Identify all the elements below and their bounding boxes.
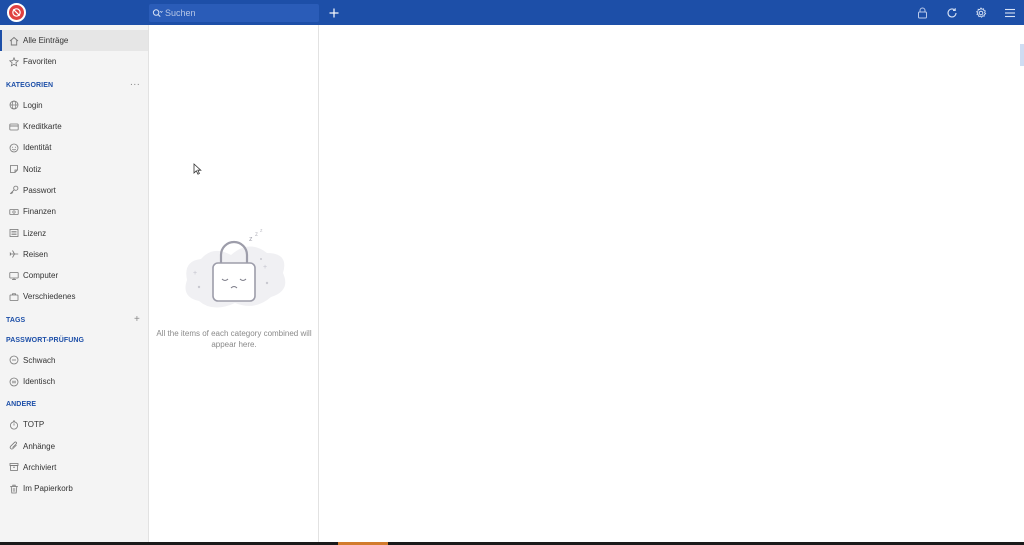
credit-card-icon	[9, 122, 19, 132]
sidebar-item-label: Finanzen	[23, 207, 56, 217]
star-icon	[9, 56, 19, 67]
svg-text:+: +	[193, 270, 197, 277]
hamburger-menu-icon	[1004, 8, 1015, 17]
menu-button[interactable]	[995, 0, 1024, 25]
top-bar	[0, 0, 1024, 25]
gear-icon	[975, 6, 986, 18]
section-heading-tags: TAGS +	[0, 313, 148, 328]
sidebar: Alle Einträge Favoriten KATEGORIEN ··· L…	[0, 25, 149, 545]
sidebar-item-label: Passwort	[23, 185, 56, 195]
sidebar-item-archiviert[interactable]: Archiviert	[0, 457, 148, 478]
section-title: ANDERE	[6, 401, 37, 409]
add-entry-button[interactable]	[326, 4, 342, 21]
sidebar-item-label: Reisen	[23, 249, 48, 259]
sidebar-item-finanzen[interactable]: Finanzen	[0, 201, 148, 222]
settings-button[interactable]	[966, 0, 995, 25]
sidebar-item-totp[interactable]: TOTP	[0, 414, 148, 435]
sidebar-item-anhaenge[interactable]: Anhänge	[0, 435, 148, 456]
sidebar-item-all-entries[interactable]: Alle Einträge	[0, 30, 148, 52]
refresh-icon	[946, 7, 957, 17]
sidebar-item-passwort[interactable]: Passwort	[0, 180, 148, 201]
section-heading-andere: ANDERE	[0, 397, 148, 412]
plus-icon	[329, 8, 339, 17]
sidebar-item-verschiedenes[interactable]: Verschiedenes	[0, 286, 148, 307]
sidebar-item-label: Computer	[23, 271, 59, 281]
sleeping-lock-icon: z z z + +	[185, 228, 286, 308]
sidebar-item-label: Login	[23, 100, 43, 110]
sidebar-item-computer[interactable]: Computer	[0, 265, 148, 286]
sidebar-item-kreditkarte[interactable]: Kreditkarte	[0, 116, 148, 137]
svg-text:+: +	[263, 264, 267, 271]
entry-list-pane: z z z + + All the items of each category…	[149, 25, 319, 545]
briefcase-icon	[9, 292, 19, 302]
mouse-cursor-icon	[193, 163, 202, 175]
sidebar-item-favorites[interactable]: Favoriten	[0, 51, 148, 72]
sync-button[interactable]	[937, 0, 966, 25]
empty-state-message: All the items of each category combined …	[156, 329, 312, 349]
add-tag-button[interactable]: +	[134, 314, 140, 325]
svg-text:z: z	[249, 236, 253, 243]
sidebar-item-label: Verschiedenes	[23, 292, 76, 302]
lock-button[interactable]	[908, 0, 937, 25]
note-icon	[9, 164, 19, 174]
sidebar-item-label: Identität	[23, 143, 52, 153]
search-icon	[152, 9, 163, 18]
sidebar-item-label: Lizenz	[23, 228, 47, 238]
section-heading-kategorien: KATEGORIEN ···	[0, 78, 148, 93]
app-logo-icon[interactable]	[7, 3, 26, 22]
sidebar-item-label: Identisch	[23, 377, 56, 386]
sidebar-item-reisen[interactable]: Reisen	[0, 244, 148, 265]
sidebar-item-lizenz[interactable]: Lizenz	[0, 222, 148, 243]
section-title: TAGS	[6, 316, 26, 324]
sidebar-item-login[interactable]: Login	[0, 95, 148, 116]
archive-icon	[9, 462, 19, 472]
section-title: KATEGORIEN	[6, 81, 54, 89]
weak-icon	[9, 355, 19, 365]
sidebar-item-label: Notiz	[23, 164, 42, 174]
home-icon	[9, 36, 19, 46]
scrollbar-thumb[interactable]	[1020, 44, 1024, 66]
sidebar-item-notiz[interactable]: Notiz	[0, 158, 148, 179]
paperclip-icon	[9, 441, 19, 451]
sidebar-item-label: Favoriten	[23, 57, 57, 67]
sidebar-item-label: Archiviert	[23, 462, 57, 472]
money-icon	[9, 207, 19, 217]
sidebar-item-schwach[interactable]: Schwach	[0, 350, 148, 371]
sidebar-item-label: Anhänge	[23, 441, 56, 451]
plane-icon	[9, 249, 19, 259]
lock-icon	[918, 7, 927, 18]
sidebar-item-label: Im Papierkorb	[23, 484, 73, 494]
sidebar-item-identisch[interactable]: Identisch	[0, 371, 148, 392]
key-icon	[9, 185, 19, 195]
timer-icon	[9, 420, 19, 430]
search-box[interactable]	[149, 4, 319, 22]
sidebar-item-label: Schwach	[23, 355, 56, 365]
trash-icon	[9, 484, 19, 494]
sidebar-item-label: TOTP	[23, 420, 45, 430]
svg-text:z: z	[255, 232, 258, 238]
sidebar-item-label: Alle Einträge	[23, 36, 69, 46]
search-input[interactable]	[165, 8, 305, 18]
sidebar-item-label: Kreditkarte	[23, 122, 62, 132]
section-heading-passwort-pruefung: PASSWORT-PRÜFUNG	[0, 333, 148, 348]
categories-more-button[interactable]: ···	[130, 79, 140, 90]
sidebar-item-identitaet[interactable]: Identität	[0, 137, 148, 158]
identical-icon	[9, 377, 19, 387]
globe-icon	[9, 100, 19, 110]
entry-detail-pane	[320, 25, 1024, 545]
license-icon	[9, 228, 19, 238]
monitor-icon	[9, 271, 19, 281]
sidebar-item-papierkorb[interactable]: Im Papierkorb	[0, 478, 148, 499]
svg-text:z: z	[260, 228, 263, 234]
face-icon	[9, 143, 19, 153]
section-title: PASSWORT-PRÜFUNG	[6, 336, 85, 344]
